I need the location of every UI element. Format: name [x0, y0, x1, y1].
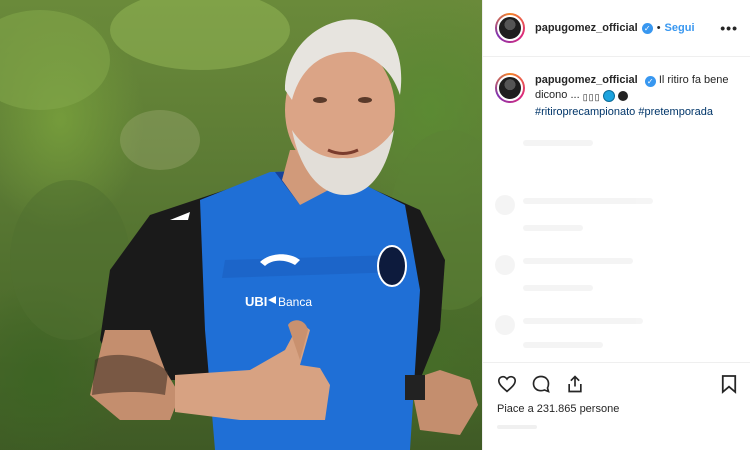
- ghost-line: [523, 140, 593, 146]
- ghost-line: [523, 285, 593, 291]
- caption-avatar[interactable]: [495, 73, 525, 103]
- caption-avatar-image: [497, 75, 523, 101]
- jersey-sponsor-text: UBI: [245, 294, 267, 309]
- comment-icon[interactable]: [531, 374, 551, 394]
- emoji-placeholder-glyphs: ▯▯▯: [582, 92, 601, 102]
- ghost-avatar: [495, 315, 515, 335]
- post-username[interactable]: papugomez_official: [535, 22, 638, 34]
- heart-icon[interactable]: [497, 375, 517, 393]
- caption-username[interactable]: papugomez_official: [535, 74, 638, 86]
- ghost-line: [523, 318, 643, 324]
- jersey-sponsor-text-2: Banca: [278, 295, 312, 309]
- caption: papugomez_official ✓ Il ritiro fa bene d…: [483, 57, 750, 120]
- post-side-panel: papugomez_official ✓ • Segui ••• papugom…: [482, 0, 750, 450]
- likes-count[interactable]: Piace a 231.865 persone: [497, 403, 737, 415]
- separator-dot: •: [656, 22, 661, 34]
- caption-emojis: ▯▯▯: [583, 90, 628, 105]
- avatar[interactable]: [495, 13, 525, 43]
- ghost-avatar: [495, 255, 515, 275]
- bookmark-icon[interactable]: [721, 374, 737, 394]
- verified-badge-icon: ✓: [641, 22, 653, 34]
- ghost-line: [523, 342, 603, 348]
- avatar-image: [497, 15, 523, 41]
- post-actions: Piace a 231.865 persone: [483, 362, 750, 429]
- ghost-avatar: [495, 195, 515, 215]
- hashtag-link[interactable]: #pretemporada: [638, 106, 713, 118]
- more-options-icon[interactable]: •••: [720, 20, 738, 36]
- post-header: papugomez_official ✓ • Segui •••: [483, 0, 750, 57]
- share-icon[interactable]: [565, 374, 585, 394]
- timestamp-placeholder: [497, 425, 537, 429]
- ghost-line: [523, 258, 633, 264]
- action-icons: [497, 373, 737, 395]
- caption-text: papugomez_official ✓ Il ritiro fa bene d…: [535, 73, 738, 120]
- ghost-line: [523, 225, 583, 231]
- hashtag-link[interactable]: #ritiroprecampionato: [535, 106, 635, 118]
- photo-illustration: UBI Banca: [0, 0, 482, 450]
- faded-comments: [483, 130, 750, 360]
- ghost-line: [523, 198, 653, 204]
- post-photo[interactable]: UBI Banca: [0, 0, 482, 450]
- black-circle-emoji-icon: [617, 91, 628, 101]
- caption-verified-badge-icon: ✓: [644, 76, 656, 87]
- blue-circle-emoji-icon: [602, 90, 615, 102]
- follow-button[interactable]: Segui: [665, 22, 695, 34]
